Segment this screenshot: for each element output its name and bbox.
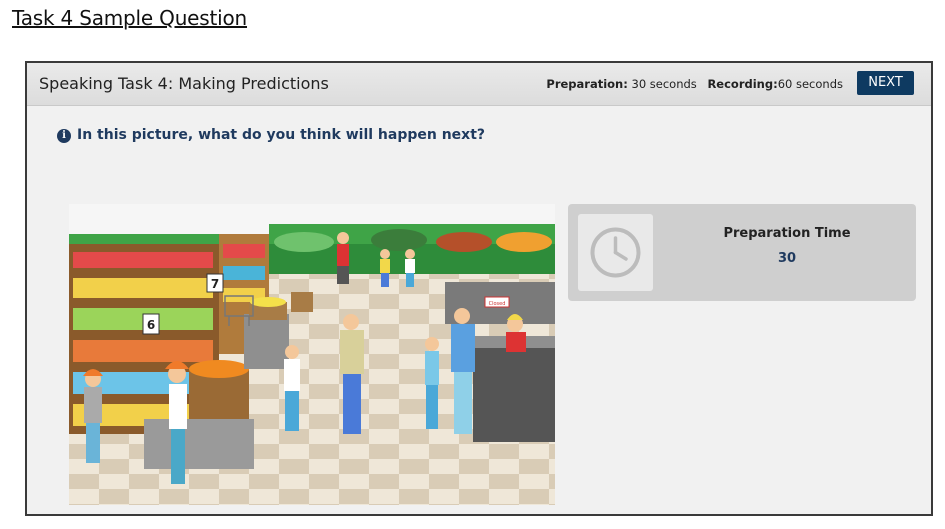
timing-info: Preparation: 30 seconds Recording:60 sec…	[546, 77, 843, 91]
task-title: Speaking Task 4: Making Predictions	[39, 74, 329, 93]
clock-icon	[578, 214, 653, 291]
aisle-6-label: 6	[147, 318, 155, 332]
speaking-task-window: Speaking Task 4: Making Predictions Prep…	[25, 61, 933, 516]
question-prompt: i In this picture, what do you think will…	[57, 127, 485, 143]
title-bar: Speaking Task 4: Making Predictions Prep…	[27, 63, 931, 106]
orange-pile	[496, 232, 552, 252]
bin-stand	[144, 419, 254, 469]
broccoli-pile	[371, 229, 427, 251]
info-icon: i	[57, 129, 71, 143]
child-green	[405, 249, 415, 287]
shopper-red-shirt	[337, 232, 349, 284]
scene-svg: 7 6 Closed	[69, 204, 555, 505]
man-yellow-jacket	[340, 314, 364, 434]
next-button[interactable]: NEXT	[857, 71, 914, 95]
register-counter	[473, 344, 555, 442]
recording-label: Recording:	[707, 77, 778, 91]
preparation-time-label: Preparation Time	[723, 226, 851, 241]
preparation-time-value: 30	[777, 251, 797, 266]
preparation-value: 30 seconds	[631, 77, 697, 91]
aisle-7-label: 7	[211, 277, 219, 291]
lettuce-pile	[274, 232, 334, 252]
question-text: In this picture, what do you think will …	[77, 127, 486, 143]
child-yellow	[380, 249, 390, 287]
preparation-timer-panel: Preparation Time 30	[568, 204, 916, 301]
preparation-label: Preparation:	[546, 77, 628, 91]
page-heading: Task 4 Sample Question	[12, 6, 248, 30]
potato-pile	[436, 232, 492, 252]
closed-sign-label: Closed	[489, 301, 506, 307]
recording-value: 60 seconds	[777, 77, 843, 91]
man-blue-shirt	[451, 308, 475, 434]
grocery-store-illustration: 7 6 Closed	[69, 204, 555, 505]
